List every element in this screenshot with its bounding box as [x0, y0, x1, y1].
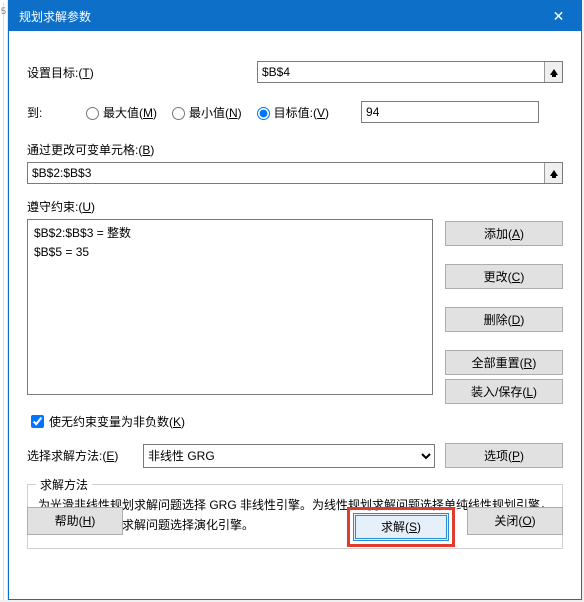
close-button[interactable]: 关闭(O)	[467, 507, 563, 535]
constraint-item[interactable]: $B$2:$B$3 = 整数	[34, 224, 426, 243]
radio-min-input[interactable]	[172, 107, 185, 120]
change-button[interactable]: 更改(C)	[445, 264, 563, 289]
constraints-listbox[interactable]: $B$2:$B$3 = 整数$B$5 = 35	[27, 219, 433, 395]
change-cells-range-selector-icon[interactable]	[544, 163, 562, 183]
add-button[interactable]: 添加(A)	[445, 221, 563, 246]
target-input-wrapper	[257, 61, 563, 83]
nonneg-checkbox[interactable]	[31, 415, 44, 428]
radio-max-input[interactable]	[86, 107, 99, 120]
solve-highlight: 求解(S)	[347, 507, 455, 547]
method-select[interactable]: 非线性 GRG	[143, 444, 435, 468]
titlebar: 规划求解参数 ✕	[9, 1, 581, 31]
to-row: 到: 最大值(M) 最小值(N) 目标值:(V)	[27, 101, 563, 123]
bottom-button-row: 帮助(H) 求解(S) 关闭(O)	[27, 507, 563, 547]
constraints-label: 遵守约束:(U)	[27, 198, 563, 215]
dialog-content: 设置目标:(T) 到: 最大值(M) 最小值(N) 目标值	[9, 31, 581, 559]
method-row: 选择求解方法:(E) 非线性 GRG 选项(P)	[27, 443, 563, 468]
change-cells-label: 通过更改可变单元格:(B)	[27, 141, 563, 158]
help-button[interactable]: 帮助(H)	[27, 507, 123, 535]
dialog-title: 规划求解参数	[19, 8, 91, 25]
dialog-window: 规划求解参数 ✕ 设置目标:(T) 到: 最大值(M) 最小值(N)	[8, 0, 582, 600]
target-input[interactable]	[258, 62, 544, 82]
set-target-label: 设置目标:(T)	[27, 64, 257, 81]
delete-button[interactable]: 删除(D)	[445, 307, 563, 332]
radio-min[interactable]: 最小值(N)	[167, 104, 242, 121]
background-edge: 5	[0, 0, 8, 600]
change-cells-input-wrapper	[27, 162, 563, 184]
method-label: 选择求解方法:(E)	[27, 447, 133, 464]
nonneg-label: 使无约束变量为非负数(K)	[49, 413, 185, 430]
objective-radio-group: 最大值(M) 最小值(N) 目标值:(V)	[81, 104, 335, 121]
options-button[interactable]: 选项(P)	[445, 443, 563, 468]
constraint-item[interactable]: $B$5 = 35	[34, 243, 426, 262]
constraints-area: $B$2:$B$3 = 整数$B$5 = 35 添加(A) 更改(C) 删除(D…	[27, 219, 563, 404]
nonneg-row: 使无约束变量为非负数(K)	[27, 412, 563, 431]
set-target-row: 设置目标:(T)	[27, 61, 563, 83]
target-value-input[interactable]	[361, 101, 539, 123]
radio-value-input[interactable]	[257, 107, 270, 120]
constraint-buttons: 添加(A) 更改(C) 删除(D) 全部重置(R) 装入/保存(L)	[445, 219, 563, 404]
radio-value[interactable]: 目标值:(V)	[252, 104, 329, 121]
groupbox-legend: 求解方法	[36, 476, 92, 493]
target-range-selector-icon[interactable]	[544, 62, 562, 82]
reset-all-button[interactable]: 全部重置(R)	[445, 350, 563, 375]
load-save-button[interactable]: 装入/保存(L)	[445, 379, 563, 404]
to-label: 到:	[27, 104, 75, 121]
solve-button[interactable]: 求解(S)	[353, 513, 449, 541]
radio-max[interactable]: 最大值(M)	[81, 104, 157, 121]
close-icon[interactable]: ✕	[536, 1, 581, 31]
change-cells-input[interactable]	[28, 163, 544, 183]
